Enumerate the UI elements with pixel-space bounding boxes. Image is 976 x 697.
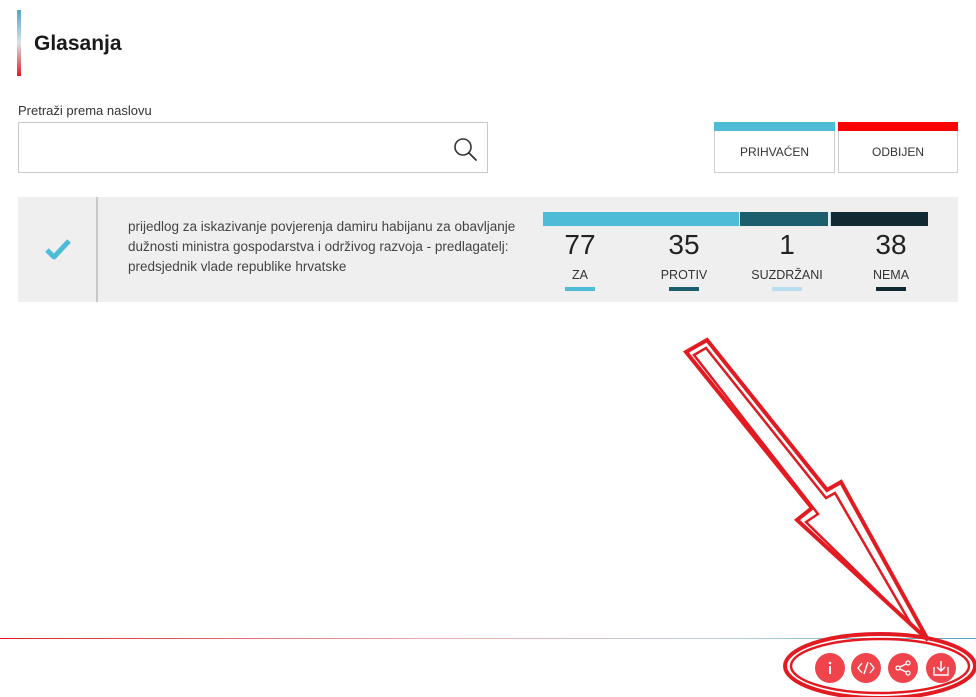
- vote-list-item[interactable]: prijedlog za iskazivanje povjerenja dami…: [18, 197, 958, 302]
- rejected-color-strip: [838, 122, 958, 131]
- search-box[interactable]: [18, 122, 488, 173]
- share-button[interactable]: [888, 653, 918, 683]
- row-divider: [96, 197, 98, 302]
- search-label: Pretraži prema naslovu: [18, 103, 152, 118]
- accepted-color-strip: [714, 122, 835, 131]
- label-protiv: PROTIV: [660, 268, 708, 282]
- download-icon: [933, 661, 949, 676]
- filter-rejected-button[interactable]: ODBIJEN: [838, 122, 958, 173]
- count-nema: 38: [875, 229, 907, 260]
- underline-protiv: [669, 287, 699, 291]
- underline-suzdrzani: [772, 287, 802, 291]
- bar-nema: [831, 212, 928, 226]
- filter-accepted-label: PRIHVAĆEN: [739, 145, 810, 159]
- info-button[interactable]: [815, 653, 845, 683]
- vote-title: prijedlog za iskazivanje povjerenja dami…: [128, 219, 516, 274]
- count-protiv: 35: [668, 229, 700, 260]
- annotation-arrow: [682, 337, 930, 642]
- label-nema: NEMA: [872, 268, 910, 282]
- embed-code-button[interactable]: [851, 653, 881, 683]
- label-za: ZA: [572, 268, 588, 282]
- filter-rejected-label: ODBIJEN: [871, 145, 924, 159]
- search-icon[interactable]: [452, 136, 478, 162]
- footer-divider: [0, 638, 976, 639]
- label-suzdrzani: SUZDRŽANI: [751, 268, 823, 282]
- download-button[interactable]: [926, 653, 956, 683]
- underline-nema: [876, 287, 906, 291]
- share-icon: [895, 660, 911, 676]
- count-suzdrzani: 1: [779, 229, 795, 260]
- checkmark-icon: [45, 239, 71, 260]
- info-icon: [828, 661, 832, 674]
- title-accent-bar: [17, 10, 21, 76]
- embed-code-icon: [857, 661, 875, 675]
- bar-za: [543, 212, 739, 226]
- underline-za: [565, 287, 595, 291]
- count-za: 77: [564, 229, 596, 260]
- filter-accepted-button[interactable]: PRIHVAĆEN: [714, 122, 835, 173]
- search-input[interactable]: [19, 123, 439, 172]
- bar-protiv: [740, 212, 828, 226]
- annotation-arrow-inner: [692, 346, 914, 627]
- page-title: Glasanja: [34, 32, 122, 55]
